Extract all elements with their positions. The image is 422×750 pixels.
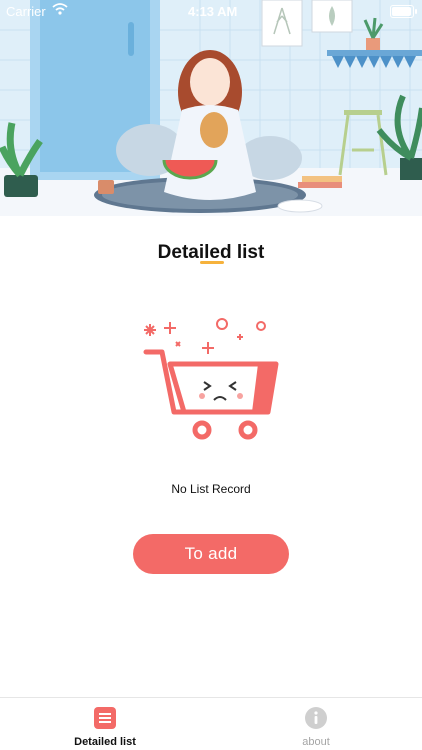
status-bar: Carrier 4:13 AM — [0, 0, 422, 22]
carrier-label: Carrier — [6, 4, 46, 19]
tab-detailed-list[interactable]: Detailed list — [45, 698, 165, 750]
add-button[interactable]: To add — [133, 534, 289, 574]
status-time: 4:13 AM — [188, 4, 238, 19]
tab-bar: Detailed list about — [0, 697, 422, 750]
wifi-icon — [52, 3, 68, 18]
info-icon — [305, 707, 327, 734]
tab-about[interactable]: about — [256, 698, 376, 750]
empty-cart-illustration — [132, 312, 292, 452]
hero-illustration — [0, 0, 422, 216]
tab-label: Detailed list — [74, 736, 136, 748]
tab-label: about — [302, 736, 330, 748]
empty-state-message: No List Record — [171, 482, 251, 496]
list-icon — [94, 707, 116, 734]
title-underline — [200, 261, 224, 264]
battery-icon — [390, 5, 417, 18]
